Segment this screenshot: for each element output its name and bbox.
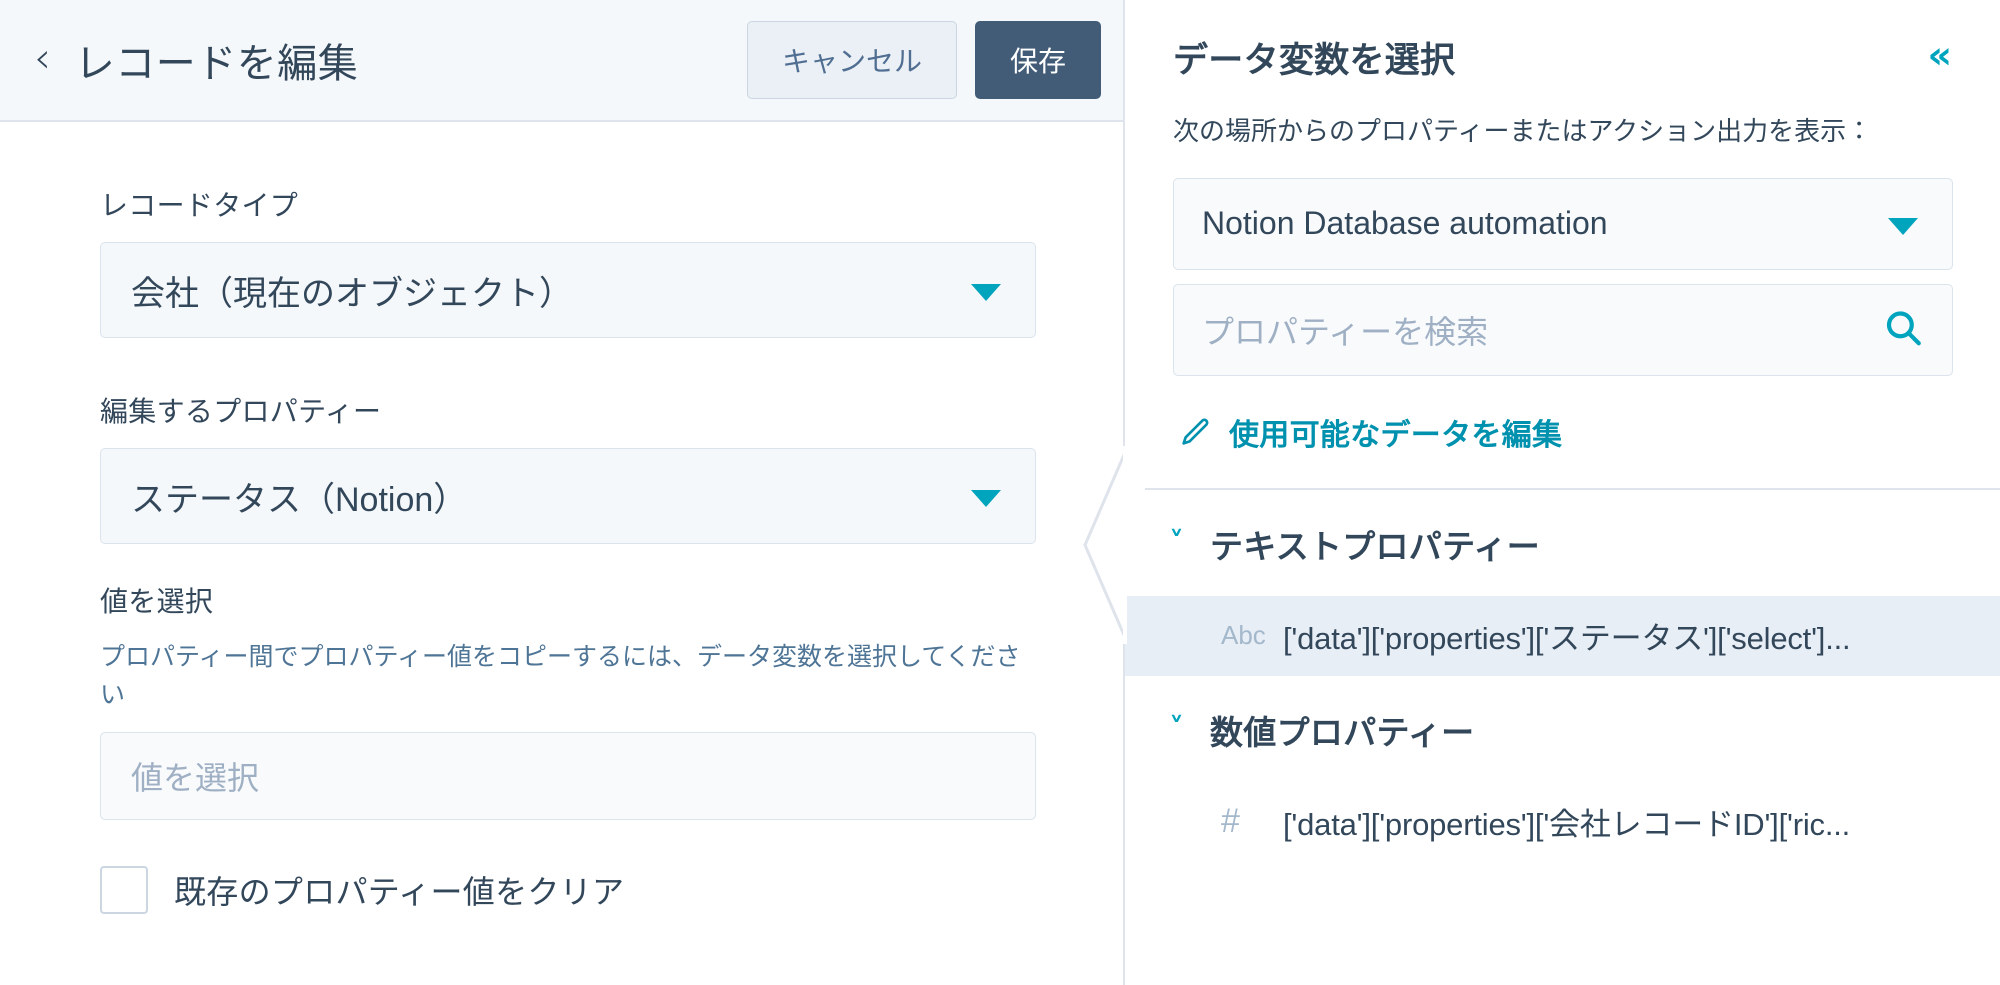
select-value-field: 値を選択 プロパティー間でプロパティー値をコピーするには、データ変数を選択してく… bbox=[0, 580, 1123, 820]
pencil-icon bbox=[1179, 416, 1211, 448]
property-search-input[interactable]: プロパティーを検索 bbox=[1173, 283, 1953, 376]
group-title-number-properties: 数値プロパティー bbox=[1210, 713, 1475, 751]
property-to-edit-field: 編集するプロパティー ステータス（Notion） bbox=[0, 390, 1123, 544]
select-value-label: 値を選択 bbox=[100, 586, 214, 617]
data-variable-title: データ変数を選択 bbox=[1173, 41, 1456, 80]
list-item[interactable]: Abc ['data']['properties']['ステータス']['sel… bbox=[1125, 595, 2000, 676]
edit-record-panel: ‹ レコードを編集 キャンセル 保存 レコードタイプ 会社（現在のオブジェクト）… bbox=[0, 0, 1123, 985]
text-type-icon: Abc bbox=[1221, 620, 1266, 651]
select-value-placeholder: 値を選択 bbox=[131, 760, 260, 796]
select-value-input[interactable]: 値を選択 bbox=[100, 732, 1036, 820]
clear-property-checkbox-row[interactable]: 既存のプロパティー値をクリア bbox=[0, 866, 1123, 914]
chevron-left-icon[interactable]: ‹ bbox=[34, 37, 51, 79]
edit-available-data-label: 使用可能なデータを編集 bbox=[1229, 418, 1563, 452]
property-to-edit-label: 編集するプロパティー bbox=[100, 396, 382, 427]
edit-record-screen: ‹ レコードを編集 キャンセル 保存 レコードタイプ 会社（現在のオブジェクト）… bbox=[0, 0, 2000, 985]
record-type-select[interactable]: 会社（現在のオブジェクト） bbox=[100, 242, 1036, 338]
select-value-help: プロパティー間でプロパティー値をコピーするには、データ変数を選択してください bbox=[100, 643, 1021, 709]
record-type-label: レコードタイプ bbox=[100, 190, 299, 221]
property-search-placeholder: プロパティーを検索 bbox=[1202, 313, 1489, 350]
list-item[interactable]: # ['data']['properties']['会社レコードID']['ri… bbox=[1125, 782, 2000, 862]
group-header-text-properties[interactable]: ˅ テキストプロパティー bbox=[1125, 490, 2000, 596]
data-source-select[interactable]: Notion Database automation bbox=[1173, 177, 1953, 270]
data-variable-description: 次の場所からのプロパティーまたはアクション出力を表示： bbox=[1173, 116, 1873, 146]
chevron-down-icon bbox=[1888, 217, 1918, 235]
property-path: ['data']['properties']['会社レコードID']['ric.… bbox=[1283, 807, 1851, 843]
clear-property-checkbox-label: 既存のプロパティー値をクリア bbox=[174, 874, 625, 910]
page-title: レコードを編集 bbox=[74, 42, 359, 86]
chevron-down-icon bbox=[971, 284, 1001, 301]
record-type-value: 会社（現在のオブジェクト） bbox=[131, 274, 573, 313]
clear-property-checkbox[interactable] bbox=[100, 866, 148, 914]
data-variable-header: データ変数を選択 « 次の場所からのプロパティーまたはアクション出力を表示： N… bbox=[1125, 0, 2000, 454]
cancel-button[interactable]: キャンセル bbox=[746, 21, 957, 99]
chevron-down-icon: ˅ bbox=[1169, 525, 1184, 561]
collapse-panel-icon[interactable]: « bbox=[1927, 36, 1952, 74]
property-to-edit-select[interactable]: ステータス（Notion） bbox=[100, 448, 1036, 544]
edit-available-data-link[interactable]: 使用可能なデータを編集 bbox=[1179, 410, 1952, 454]
group-header-number-properties[interactable]: ˅ 数値プロパティー bbox=[1125, 676, 2000, 782]
property-path: ['data']['properties']['ステータス']['select'… bbox=[1283, 621, 1851, 657]
data-source-value: Notion Database automation bbox=[1202, 205, 1608, 242]
property-to-edit-value: ステータス（Notion） bbox=[131, 480, 468, 519]
save-button[interactable]: 保存 bbox=[974, 21, 1101, 99]
search-icon[interactable] bbox=[1882, 306, 1924, 353]
data-variable-title-row: データ変数を選択 « bbox=[1173, 32, 1952, 83]
chevron-down-icon: ˅ bbox=[1169, 711, 1184, 747]
chevron-down-icon bbox=[971, 490, 1001, 507]
record-type-field: レコードタイプ 会社（現在のオブジェクト） bbox=[0, 184, 1123, 338]
data-variable-panel: データ変数を選択 « 次の場所からのプロパティーまたはアクション出力を表示： N… bbox=[1083, 0, 2000, 985]
number-type-icon: # bbox=[1221, 802, 1240, 841]
header-actions: キャンセル 保存 bbox=[746, 21, 1101, 99]
group-title-text-properties: テキストプロパティー bbox=[1210, 527, 1541, 565]
edit-record-form: レコードタイプ 会社（現在のオブジェクト） 編集するプロパティー ステータス（N… bbox=[0, 122, 1123, 914]
panel-header: ‹ レコードを編集 キャンセル 保存 bbox=[0, 0, 1123, 122]
